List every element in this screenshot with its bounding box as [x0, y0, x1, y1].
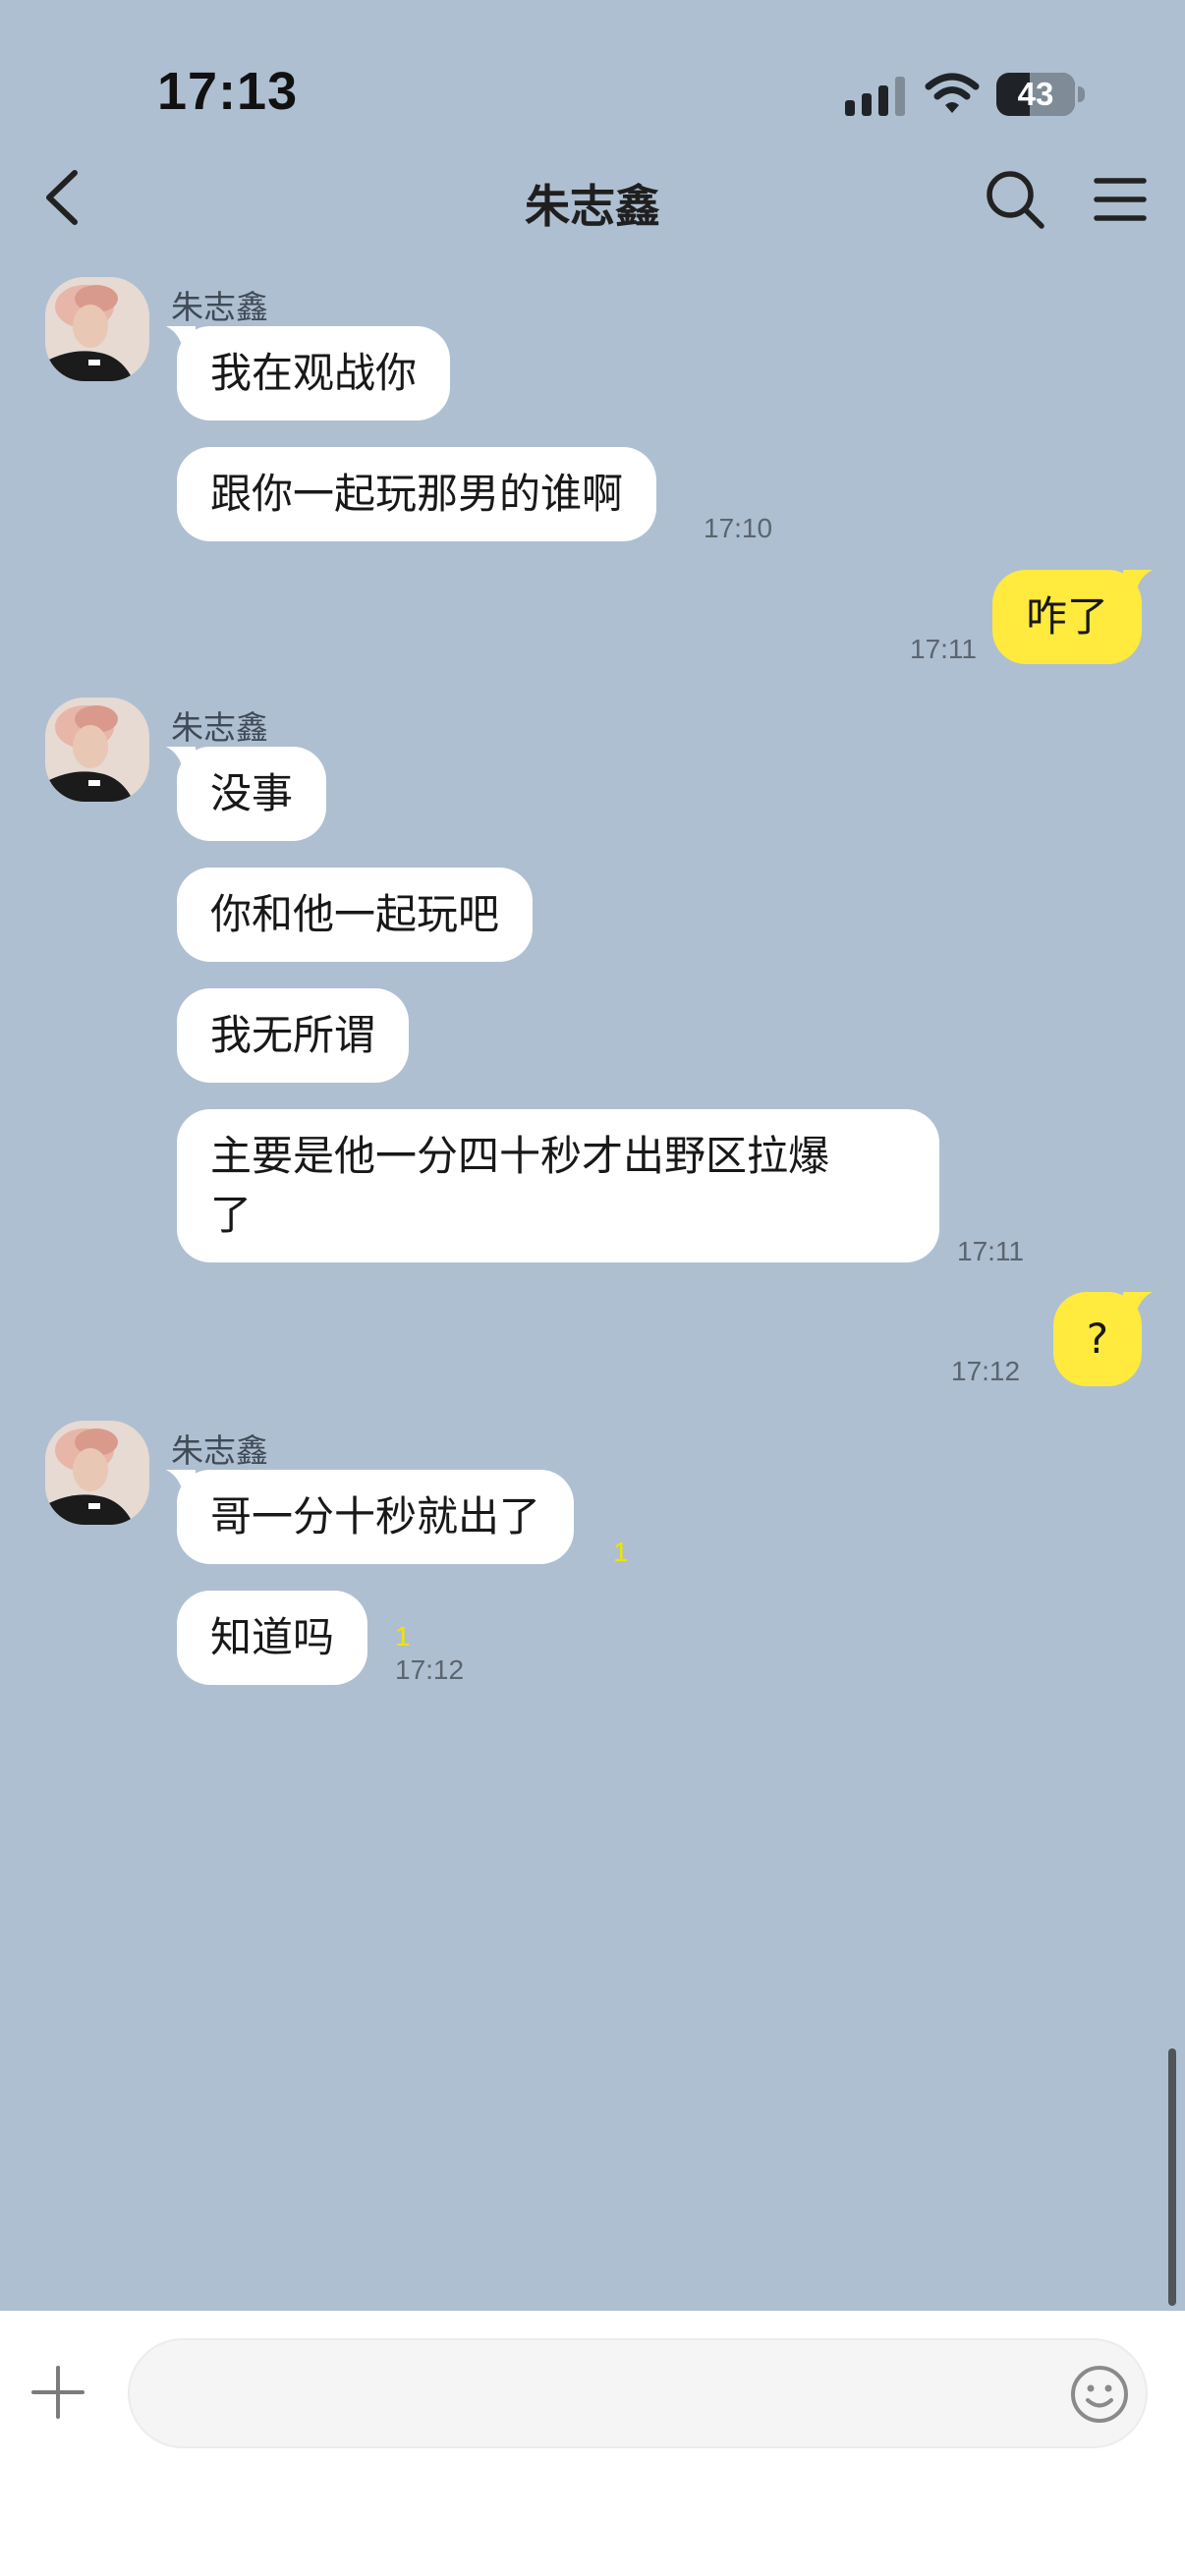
- menu-icon: [1094, 178, 1147, 221]
- bubble-tail: [166, 1470, 196, 1499]
- input-bar: [0, 2311, 1185, 2576]
- message-text: 我在观战你: [210, 349, 418, 397]
- emoji-button[interactable]: [1069, 2364, 1130, 2425]
- message-bubble-incoming[interactable]: 哥一分十秒就出了: [166, 1470, 575, 1564]
- message-text: ?: [1086, 1315, 1108, 1363]
- message-bubble-incoming[interactable]: 主要是他一分四十秒才出野区拉爆 了: [177, 1109, 939, 1262]
- message-time: 17:11: [910, 634, 977, 664]
- message-text: 主要是他一分四十秒才出野区拉爆 了: [210, 1132, 830, 1239]
- message-text: 没事: [210, 769, 294, 817]
- status-bar: 17:13 43: [0, 0, 1185, 147]
- unread-count: 1: [395, 1621, 411, 1652]
- sender-name: 朱志鑫: [171, 288, 268, 326]
- message-bubble-incoming[interactable]: 我在观战你: [166, 326, 451, 420]
- message-bubble-outgoing[interactable]: ?: [1052, 1292, 1153, 1386]
- message-input[interactable]: [128, 2338, 1148, 2448]
- back-arrow-icon: [46, 170, 78, 225]
- message-bubble-incoming[interactable]: 没事: [166, 747, 327, 841]
- message-text: 咋了: [1025, 592, 1108, 641]
- message-time: 17:10: [704, 513, 773, 543]
- message-time: 17:11: [957, 1236, 1024, 1266]
- message-list: 朱志鑫 我在观战你 跟你一起玩那男的谁啊 17:10 17:11 咋了 朱志鑫 …: [0, 255, 1185, 2311]
- battery-icon: 43: [996, 73, 1085, 116]
- message-bubble-outgoing[interactable]: 咋了: [991, 570, 1153, 664]
- back-button[interactable]: [35, 165, 94, 230]
- avatar[interactable]: [45, 698, 149, 802]
- bubble-tail: [1123, 570, 1153, 599]
- search-icon: [987, 171, 1044, 229]
- plus-icon: [31, 2366, 85, 2419]
- emoji-icon: [1071, 2366, 1128, 2423]
- avatar[interactable]: [45, 277, 149, 381]
- bubble-tail: [166, 747, 196, 776]
- battery-cap: [1078, 86, 1085, 102]
- message-text: 你和他一起玩吧: [210, 890, 500, 938]
- signal-icon: [845, 77, 905, 116]
- bubble-tail: [166, 326, 196, 356]
- attach-button[interactable]: [29, 2364, 86, 2421]
- avatar-photo: [45, 1421, 149, 1525]
- status-time: 17:13: [157, 62, 299, 121]
- message-text: 我无所谓: [210, 1011, 376, 1059]
- unread-count: 1: [613, 1537, 629, 1567]
- message-time: 17:12: [395, 1654, 465, 1685]
- chat-header: 朱志鑫: [0, 147, 1185, 255]
- message-bubble-incoming[interactable]: 我无所谓: [177, 988, 410, 1083]
- message-bubble-incoming[interactable]: 你和他一起玩吧: [177, 868, 534, 962]
- bubble-tail: [1123, 1292, 1153, 1321]
- sender-name: 朱志鑫: [171, 1431, 268, 1470]
- avatar-photo: [45, 698, 149, 802]
- sender-name: 朱志鑫: [171, 708, 268, 747]
- chat-screen: 17:13 43 朱志鑫 朱志鑫 我在观战你 跟你一起玩那男的谁啊 17:10 …: [0, 0, 1185, 2576]
- message-bubble-incoming[interactable]: 跟你一起玩那男的谁啊: [177, 447, 657, 541]
- message-text: 跟你一起玩那男的谁啊: [210, 470, 624, 518]
- message-text: 知道吗: [210, 1613, 335, 1661]
- menu-button[interactable]: [1091, 171, 1150, 228]
- message-time: 17:12: [951, 1356, 1021, 1386]
- wifi-icon: [925, 73, 980, 113]
- avatar[interactable]: [45, 1421, 149, 1525]
- message-bubble-incoming[interactable]: 知道吗: [177, 1591, 368, 1685]
- battery-level: 43: [1017, 76, 1054, 112]
- message-text: 哥一分十秒就出了: [210, 1492, 541, 1540]
- battery-shell: 43: [996, 73, 1075, 116]
- scrollbar-thumb[interactable]: [1168, 2048, 1176, 2306]
- search-button[interactable]: [983, 167, 1047, 232]
- avatar-photo: [45, 277, 149, 381]
